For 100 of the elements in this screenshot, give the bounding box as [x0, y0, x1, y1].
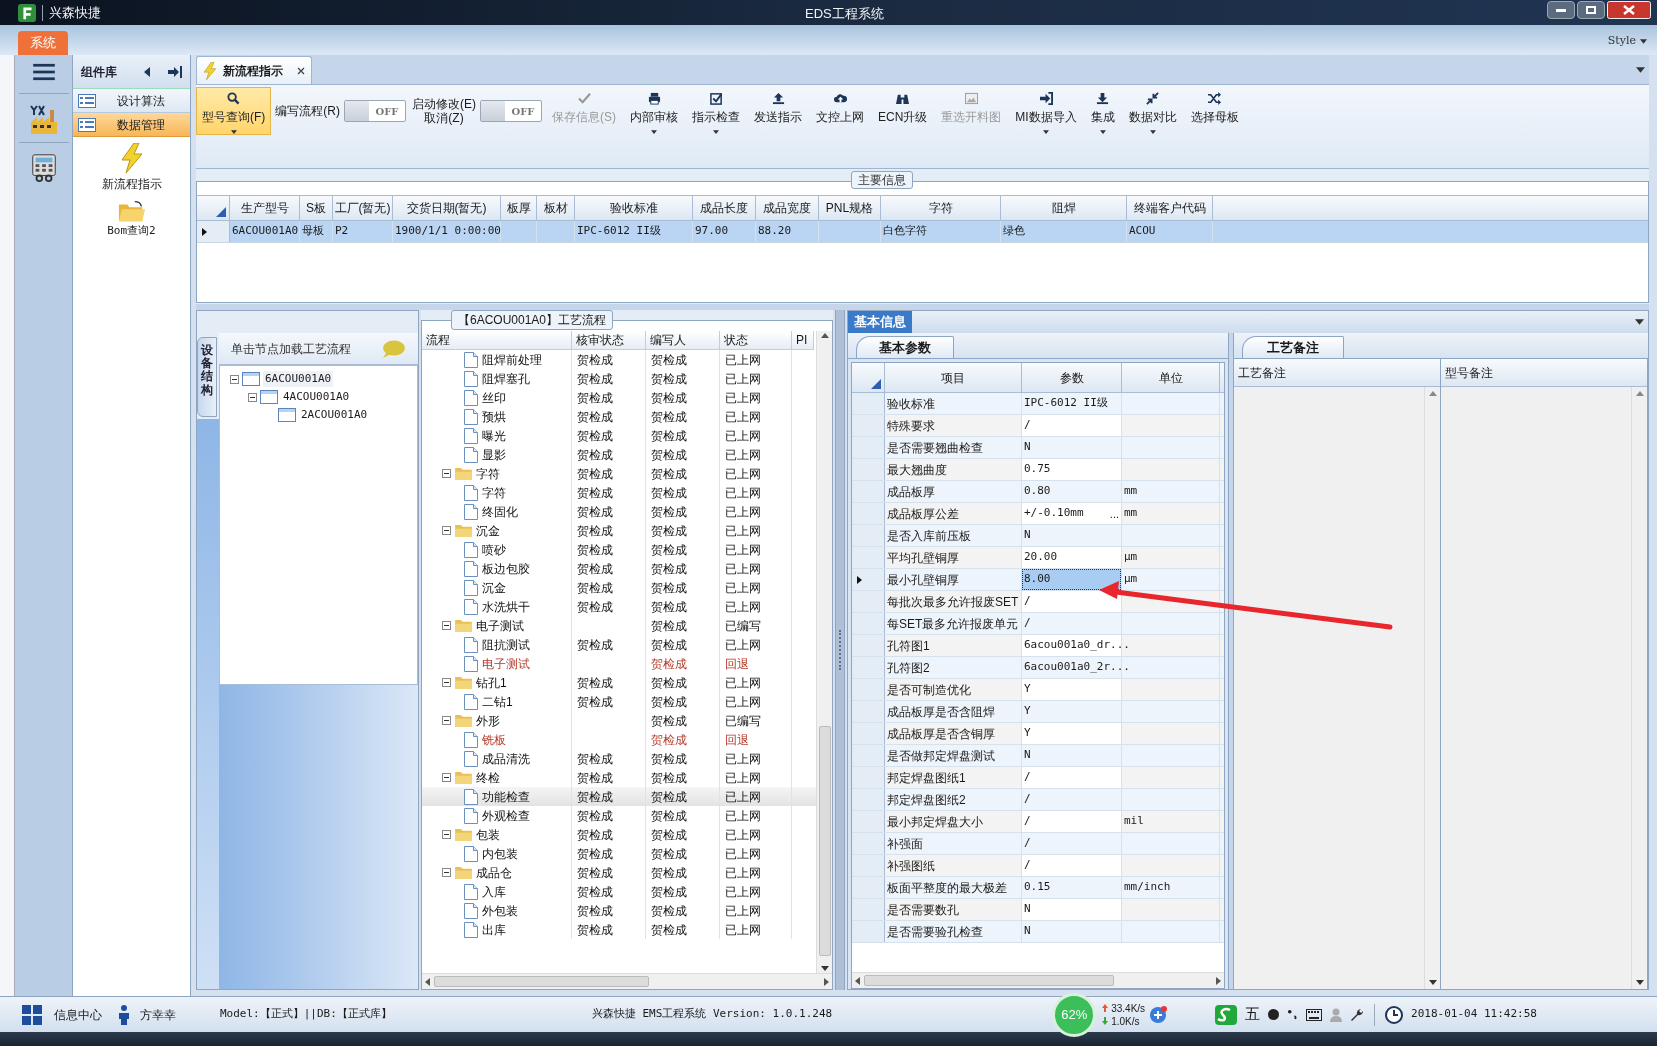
close-icon[interactable]	[297, 66, 305, 75]
maximize-button[interactable]	[1577, 1, 1605, 19]
table-cell[interactable]: Y	[1022, 723, 1121, 744]
column-header[interactable]: 终端客户代码	[1127, 196, 1213, 220]
table-cell[interactable]: N	[1022, 745, 1121, 766]
flow-row[interactable]: 水洗烘干 贺检成 贺检成 已上网	[422, 597, 816, 616]
toolbar-button[interactable]: ECN升级	[872, 87, 934, 135]
scroll-right-icon[interactable]	[824, 977, 829, 986]
menu-icon[interactable]	[32, 63, 55, 81]
collapse-left-icon[interactable]	[144, 66, 150, 77]
scroll-thumb[interactable]	[818, 726, 831, 956]
table-cell[interactable]: N	[1022, 921, 1121, 942]
flow-row[interactable]: 成品仓 贺检成 贺检成 已上网	[422, 863, 816, 882]
tree-node[interactable]: 6ACOU001A0	[263, 370, 334, 388]
toggle-switch[interactable]: OFF	[344, 100, 406, 122]
panel-tab[interactable]: 基本参数	[856, 336, 954, 358]
select-all-icon[interactable]	[216, 207, 226, 217]
scroll-right-icon[interactable]	[1216, 976, 1221, 985]
flow-row[interactable]: 铣板 贺检成 回退	[422, 730, 816, 749]
punctuation-icon[interactable]	[1287, 1009, 1299, 1020]
factory-icon[interactable]	[27, 104, 60, 136]
table-cell[interactable]: 0.80	[1022, 481, 1121, 502]
table-cell[interactable]: /	[1022, 833, 1121, 854]
ellipsis-button[interactable]: ...	[1107, 507, 1121, 520]
panel-tab[interactable]: 工艺备注	[1242, 336, 1344, 358]
vertical-scrollbar[interactable]	[1424, 387, 1440, 989]
horizontal-scrollbar[interactable]	[422, 973, 832, 989]
column-header[interactable]: S板	[300, 196, 333, 220]
flow-row[interactable]: 出库 贺检成 贺检成 已上网	[422, 920, 816, 939]
table-cell[interactable]: Y	[1022, 701, 1121, 722]
horizontal-scrollbar[interactable]	[852, 972, 1224, 988]
scroll-thumb[interactable]	[864, 975, 1114, 986]
tree-node[interactable]: 2ACOU001A0	[299, 406, 370, 424]
column-header[interactable]: 核审状态	[572, 331, 646, 349]
toolbar-button[interactable]: 数据对比	[1122, 87, 1183, 135]
table-cell[interactable]: N	[1022, 899, 1121, 920]
style-menu[interactable]: Style	[1607, 33, 1647, 50]
column-header[interactable]: 字符	[881, 196, 1001, 220]
dot-icon[interactable]	[1268, 1009, 1280, 1020]
collapse-icon[interactable]	[442, 773, 451, 782]
close-button[interactable]	[1607, 1, 1651, 19]
scroll-left-icon[interactable]	[425, 977, 430, 986]
flow-row[interactable]: 入库 贺检成 贺检成 已上网	[422, 882, 816, 901]
table-cell[interactable]: /	[1022, 767, 1121, 788]
column-header[interactable]: 阻焊	[1001, 196, 1127, 220]
parameter-row[interactable]: 是否需要数孔 N	[852, 899, 1224, 921]
component-launcher[interactable]: 新流程指示	[73, 143, 190, 193]
collapse-icon[interactable]	[442, 716, 451, 725]
flow-row[interactable]: 阻抗测试 贺检成 贺检成 已上网	[422, 635, 816, 654]
table-cell[interactable]: 6acou001a0_2r...	[1022, 657, 1132, 678]
flow-row[interactable]: 外包装 贺检成 贺检成 已上网	[422, 901, 816, 920]
parameter-row[interactable]: 是否需要翘曲检查 N	[852, 437, 1224, 459]
parameter-row[interactable]: 板面平整度的最大极差 0.15 mm/inch	[852, 877, 1224, 899]
scroll-left-icon[interactable]	[855, 976, 860, 985]
parameter-row[interactable]: 验收标准 IPC-6012 II级	[852, 393, 1224, 415]
toolbar-button[interactable]: 文控上网	[810, 87, 870, 135]
select-all-icon[interactable]	[871, 379, 881, 389]
flow-row[interactable]: 阻焊塞孔 贺检成 贺检成 已上网	[422, 369, 816, 388]
flow-row[interactable]: 功能检查 贺检成 贺检成 已上网	[422, 787, 816, 806]
parameter-row[interactable]: 是否做邦定焊盘测试 N	[852, 745, 1224, 767]
column-header[interactable]: 流程	[422, 331, 572, 349]
toolbar-button[interactable]: 型号查询(F)	[196, 87, 272, 135]
scroll-down-icon[interactable]	[1428, 980, 1437, 985]
flow-row[interactable]: 沉金 贺检成 贺检成 已上网	[422, 521, 816, 540]
panel-tab[interactable]: 基本信息	[848, 311, 912, 333]
toolbar-button[interactable]: 指示检查	[686, 87, 746, 135]
flow-row[interactable]: 阻焊前处理 贺检成 贺检成 已上网	[422, 350, 816, 369]
plus-icon[interactable]	[1149, 1005, 1168, 1024]
toolbar-button[interactable]: MI数据导入	[1009, 87, 1083, 135]
flow-row[interactable]: 沉金 贺检成 贺检成 已上网	[422, 578, 816, 597]
table-cell[interactable]: +/-0.10mm	[1022, 503, 1108, 524]
minimize-button[interactable]	[1547, 1, 1575, 19]
parameter-row[interactable]: 每SET最多允许报废单元 /	[852, 613, 1224, 635]
flow-row[interactable]: 字符 贺检成 贺检成 已上网	[422, 464, 816, 483]
flow-row[interactable]: 外观检查 贺检成 贺检成 已上网	[422, 806, 816, 825]
parameter-row[interactable]: 邦定焊盘图纸1 /	[852, 767, 1224, 789]
parameter-row[interactable]: 补强面 /	[852, 833, 1224, 855]
scroll-thumb[interactable]	[434, 976, 649, 987]
column-header[interactable]: 项目	[885, 363, 1022, 392]
parameter-row[interactable]: 孔符图2 6acou001a0_2r...	[852, 657, 1224, 679]
column-header[interactable]: 状态	[720, 331, 792, 349]
component-launcher[interactable]: Bom查询2	[73, 199, 190, 240]
column-header[interactable]: 工厂(暂无)	[333, 196, 393, 220]
parameter-row[interactable]: 成品板厚公差 +/-0.10mm ... mm	[852, 503, 1224, 525]
ime-mode[interactable]: 五	[1245, 1003, 1261, 1026]
flow-row[interactable]: 终固化 贺检成 贺检成 已上网	[422, 502, 816, 521]
collapse-icon[interactable]	[248, 392, 257, 402]
tree-node[interactable]: 4ACOU001A0	[281, 388, 352, 406]
parameter-row[interactable]: 是否入库前压板 N	[852, 525, 1224, 547]
flow-row[interactable]: 电子测试 贺检成 已编写	[422, 616, 816, 635]
parameter-row[interactable]: 每批次最多允许报废SET /	[852, 591, 1224, 613]
caret-icon[interactable]	[1636, 67, 1645, 73]
parameter-row[interactable]: 最小孔壁铜厚 8.00 μm	[852, 569, 1224, 591]
table-cell[interactable]: IPC-6012 II级	[1022, 393, 1121, 414]
collapse-icon[interactable]	[442, 678, 451, 687]
flow-row[interactable]: 喷砂 贺检成 贺检成 已上网	[422, 540, 816, 559]
parameter-row[interactable]: 是否需要验孔检查 N	[852, 921, 1224, 943]
scroll-down-icon[interactable]	[1635, 980, 1644, 985]
column-header[interactable]: 单位	[1122, 363, 1220, 392]
table-cell[interactable]: 0.75	[1022, 459, 1121, 480]
